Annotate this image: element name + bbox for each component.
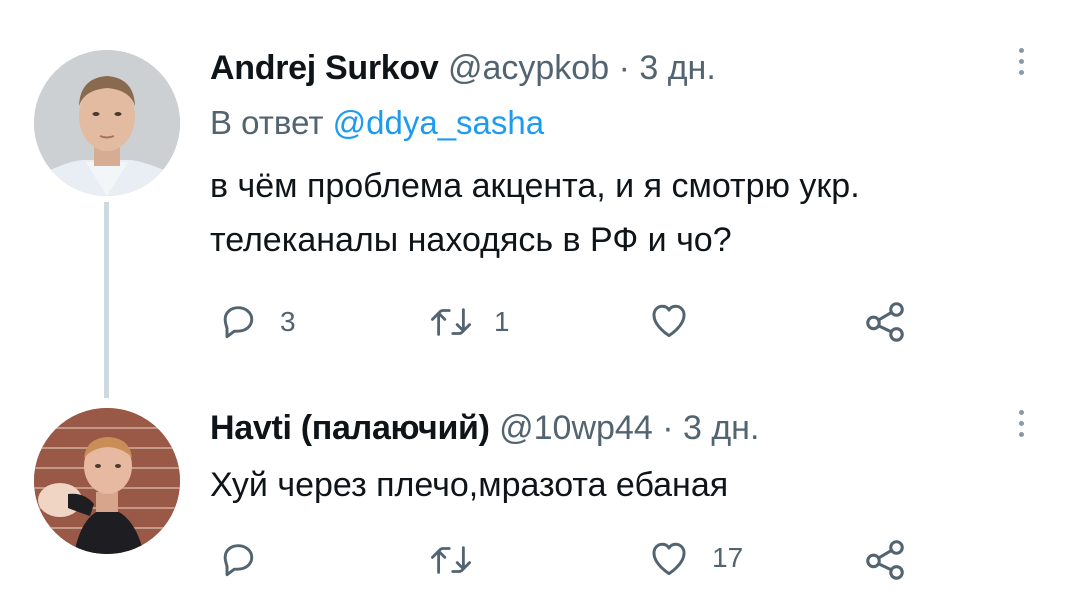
like-count: 17 [712, 542, 744, 573]
tweet-time[interactable]: 3 дн. [683, 409, 759, 447]
author-handle[interactable]: @10wp44 [499, 409, 653, 447]
reply-button[interactable] [216, 538, 280, 582]
heart-icon [652, 542, 686, 576]
tweet-text-line-2: телеканалы находясь в РФ и чо? [210, 221, 732, 259]
retweet-icon [431, 546, 471, 574]
tweet-text-line-1: в чём проблема акцента, и я смотрю укр. [210, 167, 860, 205]
retweet-button[interactable]: 1 [428, 300, 510, 344]
share-button[interactable] [862, 536, 908, 582]
tweet-text-line-1: Хуй через плечо,мразота ебаная [210, 466, 729, 504]
tweet-text: в чём проблема акцента, и я смотрю укр. … [210, 159, 860, 267]
share-icon [866, 302, 904, 342]
reply-context: В ответ @ddya_sasha [210, 104, 544, 142]
like-button[interactable] [646, 298, 712, 342]
reply-button[interactable]: 3 [216, 300, 296, 344]
avatar-image [34, 50, 180, 196]
retweet-icon [431, 308, 471, 336]
heart-icon [652, 304, 686, 338]
tweet-header: Havti (палаючий) @10wp44 · 3 дн. [210, 408, 759, 448]
avatar-andrej-surkov[interactable] [34, 50, 180, 196]
author-handle[interactable]: @acypkob [448, 49, 609, 87]
more-icon[interactable] [1019, 410, 1027, 443]
separator-dot: · [618, 49, 630, 87]
reply-count: 3 [280, 306, 296, 337]
avatar-image [34, 408, 180, 554]
reply-prefix: В ответ [210, 104, 324, 141]
retweet-count: 1 [494, 306, 510, 337]
author-name[interactable]: Andrej Surkov [210, 49, 439, 87]
author-name[interactable]: Havti (палаючий) [210, 409, 490, 447]
reply-icon [223, 306, 254, 339]
avatar-havti[interactable] [34, 408, 180, 554]
like-button[interactable]: 17 [646, 536, 743, 580]
share-button[interactable] [862, 298, 908, 344]
tweet-header: Andrej Surkov @acypkob · 3 дн. [210, 48, 716, 88]
retweet-button[interactable] [428, 538, 494, 582]
reply-mention-link[interactable]: @ddya_sasha [333, 104, 544, 141]
tweet-time[interactable]: 3 дн. [639, 49, 715, 87]
share-icon [866, 540, 904, 580]
tweet-text: Хуй через плечо,мразота ебаная [210, 458, 728, 512]
more-icon[interactable] [1019, 48, 1027, 81]
thread-connector-line [104, 202, 109, 398]
separator-dot: · [662, 409, 674, 447]
reply-icon [223, 544, 254, 577]
